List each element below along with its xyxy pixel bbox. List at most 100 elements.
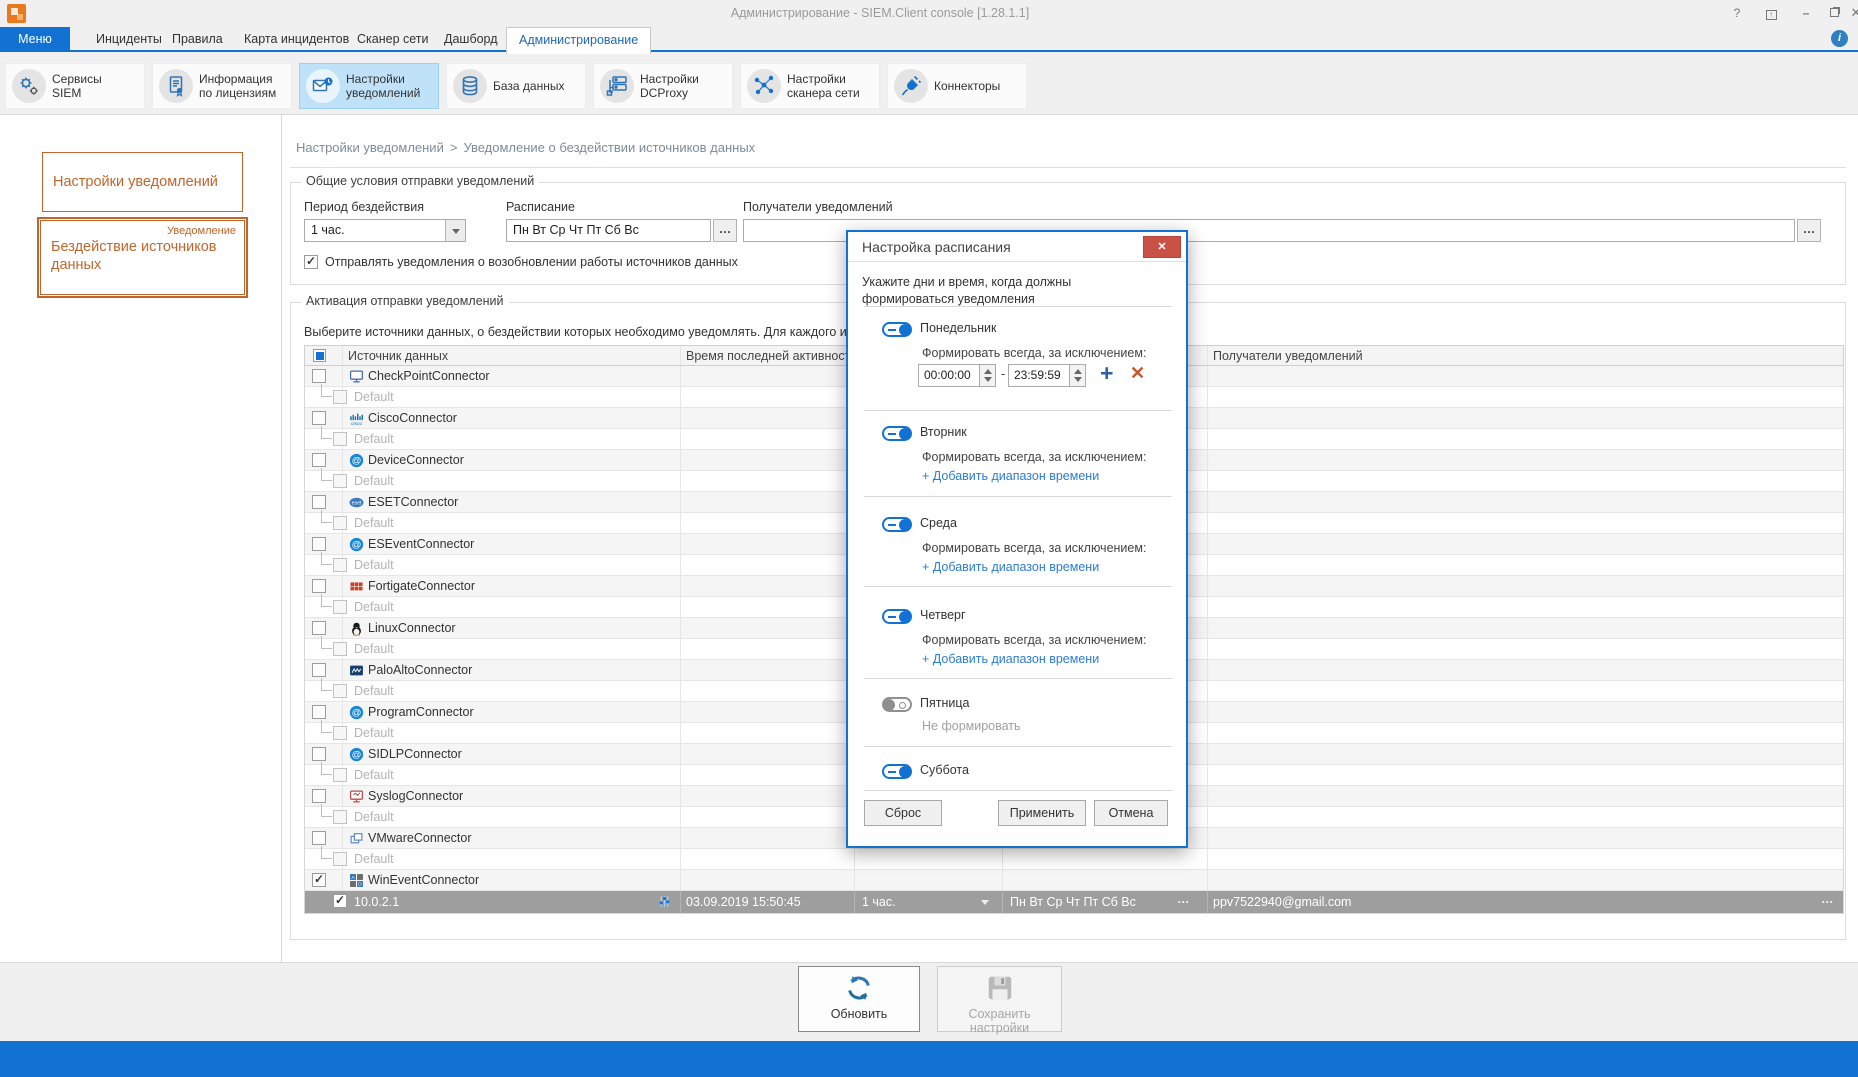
row-checkbox[interactable] — [333, 768, 347, 782]
toggle-saturday[interactable] — [882, 764, 912, 779]
help-button[interactable]: ? — [1724, 4, 1750, 22]
row-checkbox[interactable] — [312, 663, 326, 677]
toggle-wednesday[interactable] — [882, 517, 912, 532]
sidebar-item-datasource-inactivity[interactable]: Уведомление Бездействие источников данны… — [37, 217, 248, 298]
row-schedule-ellipsis[interactable]: … — [1177, 892, 1191, 906]
tree-elbow — [321, 846, 332, 859]
row-checkbox[interactable] — [333, 893, 347, 908]
tab-menu[interactable]: Меню — [0, 27, 70, 52]
chevron-down-icon[interactable] — [981, 900, 989, 909]
time-to-input[interactable]: 23:59:59 — [1008, 364, 1070, 387]
remove-range-icon[interactable]: ✕ — [1130, 363, 1145, 384]
filter-icon[interactable] — [657, 894, 672, 909]
tab-dashboard[interactable]: Дашборд — [432, 27, 510, 52]
row-checkbox[interactable] — [333, 852, 347, 866]
toggle-thursday[interactable] — [882, 609, 912, 624]
inactivity-period-select[interactable]: 1 час. — [304, 219, 466, 242]
tab-network-scanner[interactable]: Сканер сети — [345, 27, 441, 52]
row-checkbox[interactable] — [312, 789, 326, 803]
chevron-down-icon[interactable] — [445, 220, 465, 241]
column-header-last-activity[interactable]: Время последней активности — [686, 349, 857, 363]
table-instruction: Выберите источники данных, о бездействии… — [304, 325, 892, 339]
row-period-value[interactable]: 1 час. — [862, 895, 896, 909]
save-settings-button[interactable]: Сохранить настройки — [937, 966, 1062, 1035]
row-checkbox[interactable] — [312, 411, 326, 425]
column-header-recipients[interactable]: Получатели уведомлений — [1213, 349, 1363, 363]
sidebar-item-notification-settings[interactable]: Настройки уведомлений — [42, 152, 243, 212]
row-recipients-ellipsis[interactable]: … — [1821, 892, 1835, 906]
toolbar-dcproxy-settings-button[interactable]: Настройки DCProxy — [593, 63, 733, 109]
recipients-ellipsis-button[interactable]: … — [1797, 219, 1821, 242]
row-checkbox[interactable] — [333, 516, 347, 530]
tab-rules[interactable]: Правила — [160, 27, 235, 52]
add-time-range-link-tuesday[interactable]: + Добавить диапазон времени — [922, 469, 1099, 483]
save-label: Сохранить настройки — [968, 1007, 1031, 1035]
default-label: Default — [354, 600, 394, 614]
schedule-input[interactable]: Пн Вт Ср Чт Пт Сб Вс — [506, 219, 711, 242]
row-schedule-value[interactable]: Пн Вт Ср Чт Пт Сб Вс — [1010, 895, 1136, 909]
breadcrumb-part-1[interactable]: Настройки уведомлений — [296, 140, 444, 155]
time-to-spinner[interactable] — [1070, 364, 1086, 387]
source-row[interactable]: WinEventConnector — [305, 870, 1843, 891]
row-checkbox[interactable] — [312, 872, 326, 887]
row-checkbox[interactable] — [312, 495, 326, 509]
minimize-button[interactable]: – — [1793, 4, 1819, 22]
row-checkbox[interactable] — [333, 600, 347, 614]
resume-notification-checkbox[interactable] — [304, 254, 318, 269]
cancel-button[interactable]: Отмена — [1094, 800, 1168, 826]
time-from-input[interactable]: 00:00:00 — [918, 364, 980, 387]
row-checkbox[interactable] — [333, 474, 347, 488]
toolbar-siem-services-button[interactable]: Сервисы SIEM — [5, 63, 145, 109]
tab-incident-map[interactable]: Карта инцидентов — [232, 27, 361, 52]
toggle-tuesday[interactable] — [882, 426, 912, 441]
app-logo-icon — [7, 4, 26, 23]
source-name: ProgramConnector — [368, 705, 474, 719]
reset-button[interactable]: Сброс — [864, 800, 942, 826]
add-time-range-link-thursday[interactable]: + Добавить диапазон времени — [922, 652, 1099, 666]
selected-source-row[interactable]: 10.0.2.1 03.09.2019 15:50:45 1 час. Пн В… — [305, 891, 1843, 913]
inactivity-period-label: Период бездействия — [304, 200, 425, 214]
apply-button[interactable]: Применить — [998, 800, 1086, 826]
refresh-button[interactable]: Обновить — [798, 966, 920, 1032]
row-checkbox[interactable] — [312, 705, 326, 719]
row-checkbox[interactable] — [333, 432, 347, 446]
source-name: ESETConnector — [368, 495, 459, 509]
row-checkbox[interactable] — [333, 684, 347, 698]
toolbar-database-button[interactable]: База данных — [446, 63, 586, 109]
pin-window-icon[interactable]: ↑ — [1758, 4, 1784, 22]
add-time-range-link-wednesday[interactable]: + Добавить диапазон времени — [922, 560, 1099, 574]
row-checkbox[interactable] — [333, 558, 347, 572]
toolbar-notification-settings-button[interactable]: Настройки уведомлений — [299, 63, 439, 109]
close-button[interactable]: ✕ — [1843, 4, 1858, 22]
dialog-close-button[interactable]: ✕ — [1143, 236, 1181, 258]
info-icon[interactable]: i — [1831, 30, 1848, 47]
schedule-ellipsis-button[interactable]: … — [713, 219, 737, 242]
select-all-checkbox[interactable] — [313, 349, 326, 362]
row-checkbox[interactable] — [333, 642, 347, 656]
add-range-icon[interactable]: + — [1100, 360, 1113, 387]
toolbar-scanner-settings-button[interactable]: Настройки сканера сети — [740, 63, 880, 109]
tab-administration[interactable]: Администрирование — [506, 27, 652, 54]
row-checkbox[interactable] — [333, 390, 347, 404]
toolbar-label: База данных — [493, 78, 565, 93]
row-checkbox[interactable] — [312, 453, 326, 467]
row-checkbox[interactable] — [333, 810, 347, 824]
row-checkbox[interactable] — [312, 537, 326, 551]
time-from-spinner[interactable] — [980, 364, 996, 387]
row-checkbox[interactable] — [312, 831, 326, 845]
row-recipients-value[interactable]: ppv7522940@gmail.com — [1213, 895, 1351, 909]
row-checkbox[interactable] — [312, 621, 326, 635]
toolbar-license-info-button[interactable]: Информация по лицензиям — [152, 63, 292, 109]
default-child-row[interactable]: Default — [305, 846, 1843, 870]
dialog-intro-text: Укажите дни и время, когда должны формир… — [862, 275, 1072, 306]
row-checkbox[interactable] — [312, 747, 326, 761]
row-checkbox[interactable] — [312, 579, 326, 593]
toggle-monday[interactable] — [882, 322, 912, 337]
toolbar-connectors-button[interactable]: Коннекторы — [887, 63, 1027, 109]
toggle-friday[interactable] — [882, 697, 912, 712]
resume-notification-label: Отправлять уведомления о возобновлении р… — [325, 255, 738, 269]
row-checkbox[interactable] — [312, 369, 326, 383]
row-checkbox[interactable] — [333, 726, 347, 740]
refresh-label: Обновить — [830, 1007, 888, 1021]
column-header-source[interactable]: Источник данных — [348, 349, 448, 363]
